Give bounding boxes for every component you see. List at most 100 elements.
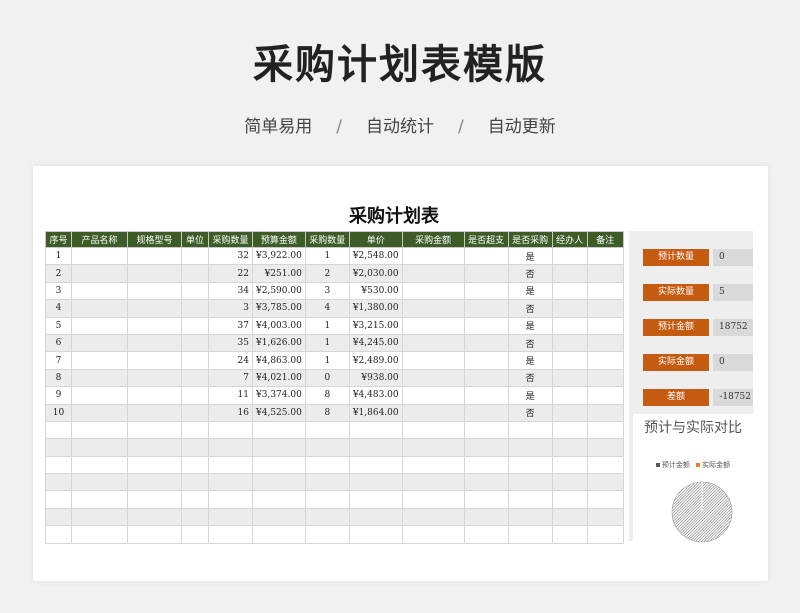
table-cell[interactable] [71,420,128,440]
table-cell[interactable] [551,403,588,422]
table-cell[interactable]: ¥1,626.00 [252,333,306,353]
table-cell[interactable] [401,403,465,422]
pie-chart[interactable] [669,480,735,544]
table-cell[interactable] [71,507,128,527]
table-cell[interactable]: 2 [45,264,72,283]
table-cell[interactable] [45,490,72,509]
table-cell[interactable] [127,351,182,370]
table-cell[interactable] [71,316,128,335]
table-cell[interactable] [181,368,209,388]
table-cell[interactable]: 3 [208,299,253,318]
table-cell[interactable] [252,473,306,492]
table-cell[interactable] [401,473,465,492]
table-cell[interactable] [348,438,403,457]
table-cell[interactable] [348,455,403,475]
table-cell[interactable] [71,351,128,370]
table-cell[interactable] [304,473,350,492]
stat-value[interactable]: 5 [713,284,753,301]
table-cell[interactable] [551,246,588,266]
stat-value[interactable]: -18752 [713,389,753,406]
table-cell[interactable] [127,299,182,318]
table-cell[interactable]: 否 [507,333,553,353]
table-cell[interactable]: ¥4,003.00 [252,316,306,335]
column-header[interactable]: 序号 [45,231,72,248]
table-cell[interactable]: ¥2,030.00 [348,264,403,283]
table-cell[interactable]: 3 [45,281,72,301]
table-cell[interactable]: 是 [507,351,553,370]
table-cell[interactable] [463,246,509,266]
table-cell[interactable] [181,386,209,405]
table-cell[interactable] [401,281,465,301]
table-cell[interactable] [401,264,465,283]
table-cell[interactable] [208,473,253,492]
table-cell[interactable] [586,455,624,475]
table-cell[interactable] [304,525,350,544]
table-cell[interactable] [71,281,128,301]
table-cell[interactable] [71,299,128,318]
column-header[interactable]: 是否超支 [463,231,509,248]
table-cell[interactable] [401,438,465,457]
comparison-chart[interactable]: 预计与实际对比 预计金额 实际金额 [633,414,753,544]
table-cell[interactable] [551,507,588,527]
table-cell[interactable] [586,507,624,527]
table-cell[interactable] [181,316,209,335]
table-cell[interactable] [71,386,128,405]
table-cell[interactable] [127,386,182,405]
table-cell[interactable]: 16 [208,403,253,422]
table-cell[interactable] [401,490,465,509]
table-cell[interactable] [551,455,588,475]
table-cell[interactable]: ¥530.00 [348,281,403,301]
table-cell[interactable] [181,403,209,422]
table-cell[interactable] [127,420,182,440]
table-cell[interactable]: ¥3,374.00 [252,386,306,405]
table-cell[interactable] [507,455,553,475]
table-cell[interactable] [45,438,72,457]
table-cell[interactable] [348,473,403,492]
table-cell[interactable] [401,351,465,370]
table-cell[interactable] [252,420,306,440]
table-cell[interactable]: ¥2,590.00 [252,281,306,301]
table-cell[interactable] [45,420,72,440]
table-cell[interactable] [551,368,588,388]
table-cell[interactable] [181,525,209,544]
table-cell[interactable] [304,507,350,527]
table-cell[interactable]: 8 [304,403,350,422]
table-cell[interactable] [71,264,128,283]
column-header[interactable]: 采购数量 [208,231,253,248]
table-cell[interactable]: 否 [507,403,553,422]
table-cell[interactable] [71,455,128,475]
table-cell[interactable] [252,525,306,544]
table-cell[interactable] [507,473,553,492]
table-cell[interactable] [127,246,182,266]
table-cell[interactable] [208,420,253,440]
table-cell[interactable] [551,473,588,492]
table-cell[interactable]: 6 [45,333,72,353]
table-cell[interactable]: 8 [45,368,72,388]
table-cell[interactable] [401,455,465,475]
table-cell[interactable] [45,507,72,527]
stat-value[interactable]: 0 [713,354,753,371]
table-cell[interactable] [586,386,624,405]
table-cell[interactable] [208,490,253,509]
table-cell[interactable] [181,420,209,440]
table-cell[interactable] [127,403,182,422]
column-header[interactable]: 备注 [586,231,624,248]
table-cell[interactable] [551,351,588,370]
table-cell[interactable] [586,333,624,353]
table-cell[interactable] [463,351,509,370]
table-cell[interactable] [45,455,72,475]
table-cell[interactable] [71,438,128,457]
table-cell[interactable]: 11 [208,386,253,405]
table-cell[interactable]: 9 [45,386,72,405]
table-cell[interactable]: ¥1,864.00 [348,403,403,422]
stat-value[interactable]: 0 [713,249,753,266]
table-cell[interactable]: 4 [45,299,72,318]
column-header[interactable]: 采购金额 [401,231,465,248]
table-cell[interactable]: 8 [304,386,350,405]
table-cell[interactable] [507,525,553,544]
column-header[interactable]: 规格型号 [127,231,182,248]
table-cell[interactable] [463,316,509,335]
table-cell[interactable] [181,299,209,318]
table-cell[interactable]: 34 [208,281,253,301]
table-cell[interactable] [252,438,306,457]
